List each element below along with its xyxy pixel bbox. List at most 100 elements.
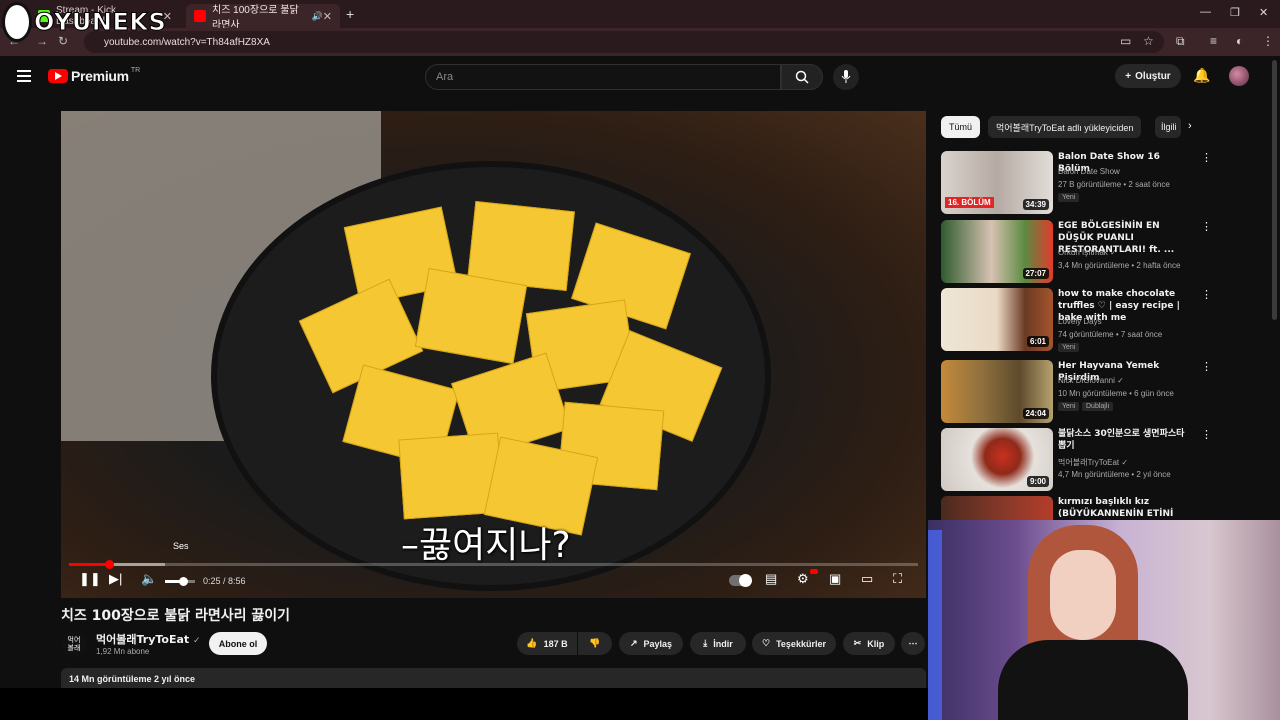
dislike-button[interactable]: 👎 [578,632,612,655]
close-window-icon[interactable]: ✕ [1259,6,1268,19]
fullscreen-icon[interactable]: ⛶ [893,571,902,587]
progress-bar[interactable] [69,560,918,569]
voice-search-button[interactable] [833,64,859,90]
video-thumbnail[interactable]: 16. BÖLÜM 34:39 [941,151,1053,214]
mascot-logo-icon [2,2,32,42]
download-button[interactable]: ⤓ İndir [690,632,746,655]
webcam-streamer [998,520,1198,720]
more-dots-icon: ⋯ [908,638,918,648]
volume-slider[interactable] [165,577,195,586]
search-button[interactable] [781,64,823,90]
url-field[interactable]: youtube.com/watch?v=Th84afHZ8XA [84,31,1164,53]
more-options-icon[interactable]: ⋮ [1201,220,1212,233]
channel-avatar[interactable]: 먹어 볼래 [61,631,87,657]
video-duration: 24:04 [1022,408,1049,419]
channel-name[interactable]: Balon Date Show [1058,167,1120,176]
dubbed-badge: Dublajlı [1082,402,1114,411]
recommendation-item[interactable]: 27:07 EGE BÖLGESİNİN EN DÜŞÜK PUANLI RES… [941,220,1212,284]
video-meta: 3,4 Mn görüntüleme • 2 hafta önce [1058,261,1181,270]
channel-name[interactable]: 먹어볼래TryToEat ✓ [96,631,201,647]
restore-icon[interactable]: ❐ [1230,6,1240,19]
recommendation-item[interactable]: 9:00 불닭소스 30인분으로 생면파스타 뽑기 먹어볼래TryToEat ✓… [941,428,1212,492]
more-options-icon[interactable]: ⋮ [1201,151,1212,164]
create-button[interactable]: + Oluştur [1115,64,1181,88]
media-control-icon[interactable]: ≡ [1210,34,1217,48]
tab-youtube-video[interactable]: 치즈 100장으로 불닭 라면사 🔊 ✕ [186,4,340,31]
theater-mode-icon[interactable]: ▭ [861,571,873,587]
video-subtitle: –끓여지나? [401,525,571,566]
thumbnail-episode-text: 16. BÖLÜM [945,197,994,208]
progress-scrubber[interactable] [104,560,114,569]
video-thumbnail[interactable] [941,496,1053,520]
subtitles-icon[interactable]: ▤ [765,571,777,587]
player-controls: ❚❚ ▶| 🔈 0:25 / 8:56 ▤ ⚙ ▣ ▭ ⛶ [61,569,926,595]
page-scrollbar[interactable] [1272,60,1277,320]
extensions-icon[interactable]: ⧉ [1176,34,1185,49]
time-display: 0:25 / 8:56 [203,576,246,586]
volume-knob[interactable] [179,577,188,586]
cast-icon[interactable]: ▭ [1120,34,1131,48]
clip-label: Klip [867,638,885,649]
more-options-icon[interactable]: ⋮ [1201,428,1212,441]
overlay-brand-text: OYUNEKS [33,8,167,37]
streamer-webcam [928,520,1280,720]
youtube-premium-logo[interactable]: Premium TR [48,67,140,84]
channel-name[interactable]: Lovely Days [1058,317,1102,326]
more-options-icon[interactable]: ⋮ [1201,360,1212,373]
like-button[interactable]: 👍 187 B [517,632,577,655]
new-tab-button[interactable]: + [346,6,354,22]
video-duration: 34:39 [1022,199,1049,210]
recommendation-item[interactable]: 16. BÖLÜM 34:39 Balon Date Show 16 Bölüm… [941,151,1212,215]
thanks-label: Teşekkürler [776,638,826,649]
video-meta: 10 Mn görüntüleme • 6 gün önce [1058,389,1174,398]
share-button[interactable]: ↗ Paylaş [619,632,683,655]
next-icon[interactable]: ▶| [109,571,122,587]
youtube-favicon-icon [194,10,206,22]
video-thumbnail[interactable]: 24:04 [941,360,1053,423]
chip-all[interactable]: Tümü [941,116,981,138]
chevron-right-icon[interactable]: › [1188,120,1192,132]
speaker-icon[interactable]: 🔊 [312,11,323,22]
channel-name[interactable]: Orkun Işıtmak ✓ [1058,248,1117,257]
autoplay-toggle[interactable] [729,574,752,587]
miniplayer-icon[interactable]: ▣ [829,571,841,587]
channel-name[interactable]: Nick DiGiovanni ✓ [1058,376,1124,385]
profile-icon[interactable]: ◐ [1236,34,1243,48]
video-title[interactable]: 불닭소스 30인분으로 생면파스타 뽑기 [1058,428,1193,452]
description-box[interactable]: 14 Mn görüntüleme 2 yıl önce [61,668,926,688]
download-icon: ⤓ [703,638,708,648]
more-options-icon[interactable]: ⋮ [1201,288,1212,301]
recommendation-item[interactable]: 6:01 how to make chocolate truffles ♡ | … [941,288,1212,352]
account-avatar[interactable] [1229,66,1249,86]
thanks-button[interactable]: ♡ Teşekkürler [752,632,836,655]
chip-related[interactable]: İlgili [1155,116,1181,138]
recommendation-item[interactable]: kırmızı başlıklı kız (BÜYÜKANNENİN ETİNİ… [941,496,1201,520]
video-cheese-slices [291,200,731,536]
views-and-date: 14 Mn görüntüleme 2 yıl önce [69,674,196,684]
volume-icon[interactable]: 🔈 [141,571,157,587]
notifications-bell-icon[interactable]: 🔔 [1193,67,1210,84]
new-badge: Yeni [1058,402,1080,411]
menu-dots-icon[interactable]: ⋮ [1262,34,1274,48]
video-thumbnail[interactable]: 9:00 [941,428,1053,491]
settings-gear-icon[interactable]: ⚙ [797,571,809,587]
close-tab-icon[interactable]: ✕ [323,10,332,23]
clip-button[interactable]: ✂ Klip [843,632,895,655]
video-thumbnail[interactable]: 6:01 [941,288,1053,351]
chip-from-uploader[interactable]: 먹어볼래TryToEat adlı yükleyiciden [988,116,1142,138]
hamburger-menu-icon[interactable] [17,70,31,82]
subscribe-button[interactable]: Abone ol [209,632,267,655]
search-input[interactable]: Ara [425,64,781,90]
microphone-icon [841,70,851,83]
minimize-icon[interactable]: — [1200,6,1211,18]
bookmark-star-icon[interactable]: ☆ [1143,34,1154,48]
channel-name[interactable]: 먹어볼래TryToEat ✓ [1058,457,1128,468]
video-title[interactable]: kırmızı başlıklı kız (BÜYÜKANNENİN ETİNİ… [1058,496,1193,520]
pause-icon[interactable]: ❚❚ [79,571,101,587]
search-icon [795,70,809,84]
recommendation-item[interactable]: 24:04 Her Hayvana Yemek Pişirdim Nick Di… [941,360,1212,424]
video-player[interactable]: –끓여지나? Ses ❚❚ ▶| 🔈 0:25 / 8:56 ▤ ⚙ ▣ ▭ ⛶ [61,111,926,598]
video-thumbnail[interactable]: 27:07 [941,220,1053,283]
subscriber-count: 1,92 Mn abone [96,647,150,656]
more-actions-button[interactable]: ⋯ [901,632,925,655]
